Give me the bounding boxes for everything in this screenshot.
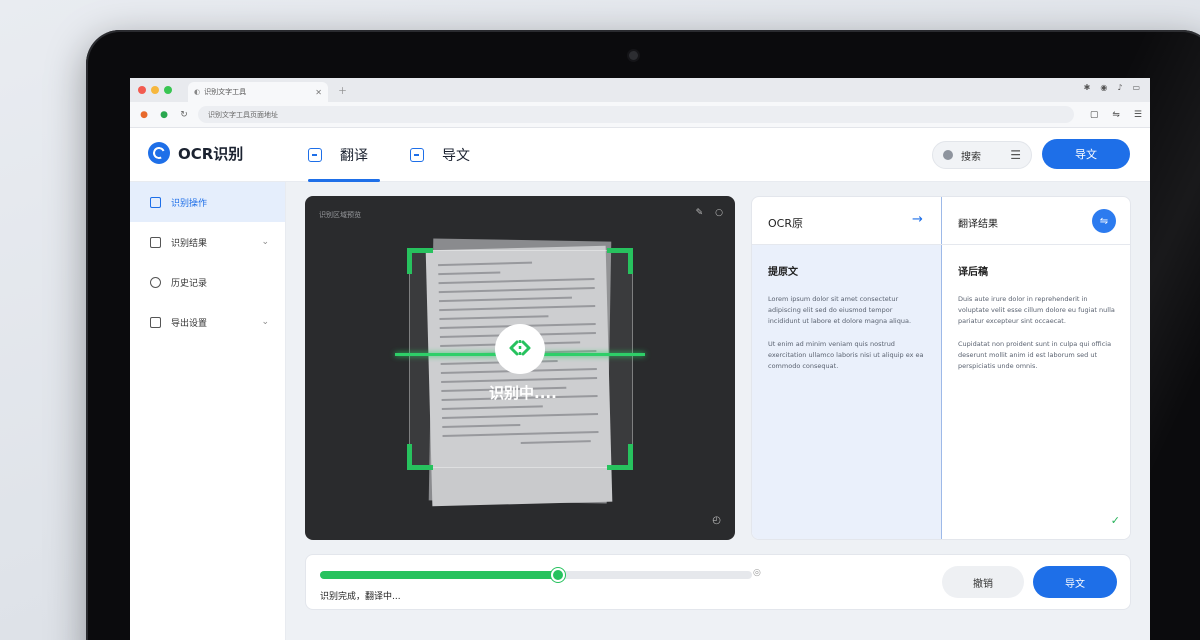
frame-corner-bottom-right[interactable] [607, 444, 633, 470]
app-header: OCR识别 翻译 导文 搜索 ☰ 导文 [130, 128, 1150, 182]
check-icon: ✓ [1110, 514, 1120, 527]
tab-favicon: ◐ [194, 88, 201, 96]
browser-tab[interactable]: ◐ 识别文字工具 ✕ [188, 82, 328, 102]
source-title: 提原文 [768, 267, 798, 278]
logo-icon [148, 142, 170, 164]
result-header: OCR原 → 翻译结果 ⇋ [752, 197, 1130, 245]
browser-tab-bar: ◐ 识别文字工具 ✕ ＋ ✱ ◉ ♪ ▭ [130, 78, 1150, 102]
scan-panel-label: 识别区域预览 [319, 211, 361, 219]
reload-icon[interactable]: ↻ [178, 110, 190, 120]
progress-handle[interactable] [550, 568, 565, 582]
document-icon [150, 196, 161, 208]
minimize-window-dot[interactable] [151, 86, 159, 94]
sidebar-item-label: 识别结果 [171, 238, 208, 249]
source-paragraph: Lorem ipsum dolor sit amet consectetur a… [768, 295, 912, 325]
progress-end-icon: ◎ [753, 568, 761, 578]
progress-status-text: 识别完成，翻译中... [320, 592, 401, 602]
new-tab-icon[interactable]: ＋ [338, 84, 347, 97]
image-icon [150, 236, 161, 248]
translation-text-column[interactable]: 译后稿 Duis aute irure dolor in reprehender… [942, 245, 1130, 539]
battery-icon: ▭ [1132, 83, 1140, 92]
tab-translate[interactable]: 翻译 [308, 128, 380, 182]
frame-corner-bottom-left[interactable] [407, 444, 433, 470]
sidebar-item-label: 导出设置 [171, 318, 208, 329]
export-result-button[interactable]: 导文 [1033, 566, 1117, 598]
forward-icon[interactable]: ● [158, 110, 170, 120]
sidebar-item-ocr[interactable]: 识别操作 [130, 182, 285, 222]
search-pill-label: 搜索 [961, 151, 981, 163]
tab-translate-label: 翻译 [340, 148, 368, 164]
bookmark-icon[interactable]: ▢ [1090, 110, 1099, 120]
target-language-label[interactable]: 翻译结果 [958, 215, 998, 230]
progress-panel: ◎ 识别完成，翻译中... 撤销 导文 [305, 554, 1131, 610]
translation-paragraph: Duis aute irure dolor in reprehenderit i… [958, 295, 1115, 325]
address-bar[interactable]: 识别文字工具页面地址 [198, 106, 1074, 123]
export-tab-icon [410, 148, 424, 162]
tab-title: 识别文字工具 [204, 88, 247, 96]
browser-menu-icon[interactable]: ☰ [1134, 110, 1142, 120]
progress-track [320, 568, 752, 582]
timer-icon[interactable]: ◴ [712, 515, 721, 526]
sidebar-item-label: 历史记录 [171, 278, 208, 289]
browser-status-icons: ✱ ◉ ♪ ▭ [1084, 83, 1140, 92]
sidebar-item-label: 识别操作 [171, 198, 208, 209]
share-icon[interactable]: ⇋ [1112, 110, 1120, 120]
toolbar-actions: ▢ ⇋ ☰ [1090, 110, 1142, 120]
source-language-label[interactable]: OCR原 [768, 215, 803, 231]
maximize-window-dot[interactable] [164, 86, 172, 94]
source-paragraph: Ut enim ad minim veniam quis nostrud exe… [768, 340, 924, 370]
frame-corner-top-right[interactable] [607, 248, 633, 274]
main-content: 识别区域预览 ✎ ○ 识别中.... ◴ OCR原 → 翻译结果 ⇋ 提原文 L… [286, 182, 1150, 640]
profile-icon[interactable]: ◉ [1100, 83, 1107, 92]
webcam [629, 51, 638, 60]
scan-status-text: 识别中.... [489, 384, 557, 402]
edit-icon[interactable]: ✎ [696, 208, 704, 218]
result-panel: OCR原 → 翻译结果 ⇋ 提原文 Lorem ipsum dolor sit … [751, 196, 1131, 540]
sound-icon[interactable]: ♪ [1117, 83, 1122, 92]
tab-export-label: 导文 [442, 148, 470, 164]
source-text-column[interactable]: 提原文 Lorem ipsum dolor sit amet consectet… [752, 245, 941, 539]
app-logo[interactable]: OCR识别 [148, 142, 243, 164]
arrow-right-icon[interactable]: → [912, 212, 923, 227]
sidebar-item-export-settings[interactable]: 导出设置 ⌄ [130, 302, 285, 342]
chevron-down-icon[interactable]: ⌄ [261, 317, 269, 327]
export-icon [150, 316, 161, 328]
search-icon [943, 150, 953, 160]
chevron-down-icon[interactable]: ⌄ [261, 237, 269, 247]
scan-tools: ✎ ○ [696, 208, 723, 218]
browser-toolbar: ● ● ↻ 识别文字工具页面地址 ▢ ⇋ ☰ [130, 102, 1150, 128]
close-window-dot[interactable] [138, 86, 146, 94]
scan-preview-panel[interactable]: 识别区域预览 ✎ ○ 识别中.... ◴ [305, 196, 735, 540]
extension-icon[interactable]: ✱ [1084, 83, 1091, 92]
history-icon [150, 276, 161, 288]
sidebar-item-history[interactable]: 历史记录 [130, 262, 285, 302]
translation-paragraph: Cupidatat non proident sunt in culpa qui… [958, 340, 1112, 370]
loading-spinner-icon [495, 324, 545, 374]
settings-icon[interactable]: ○ [715, 208, 723, 218]
frame-corner-top-left[interactable] [407, 248, 433, 274]
tab-export[interactable]: 导文 [410, 128, 482, 182]
progress-fill [320, 571, 558, 579]
swap-icon[interactable]: ⇋ [1092, 209, 1116, 233]
translation-title: 译后稿 [958, 267, 988, 278]
cancel-button[interactable]: 撤销 [942, 566, 1024, 598]
logo-text: OCR识别 [178, 144, 244, 163]
search-pill[interactable]: 搜索 ☰ [932, 141, 1032, 169]
screen: ◐ 识别文字工具 ✕ ＋ ✱ ◉ ♪ ▭ ● ● ↻ 识别文字工具页面地址 ▢ … [130, 78, 1150, 640]
tab-close-icon[interactable]: ✕ [315, 88, 322, 97]
translate-tab-icon [308, 148, 322, 162]
back-icon[interactable]: ● [138, 110, 150, 120]
sidebar-item-results[interactable]: 识别结果 ⌄ [130, 222, 285, 262]
window-controls [138, 86, 172, 94]
export-button[interactable]: 导文 [1042, 139, 1130, 169]
sidebar: 识别操作 识别结果 ⌄ 历史记录 导出设置 ⌄ [130, 182, 286, 640]
menu-icon[interactable]: ☰ [1010, 148, 1021, 162]
